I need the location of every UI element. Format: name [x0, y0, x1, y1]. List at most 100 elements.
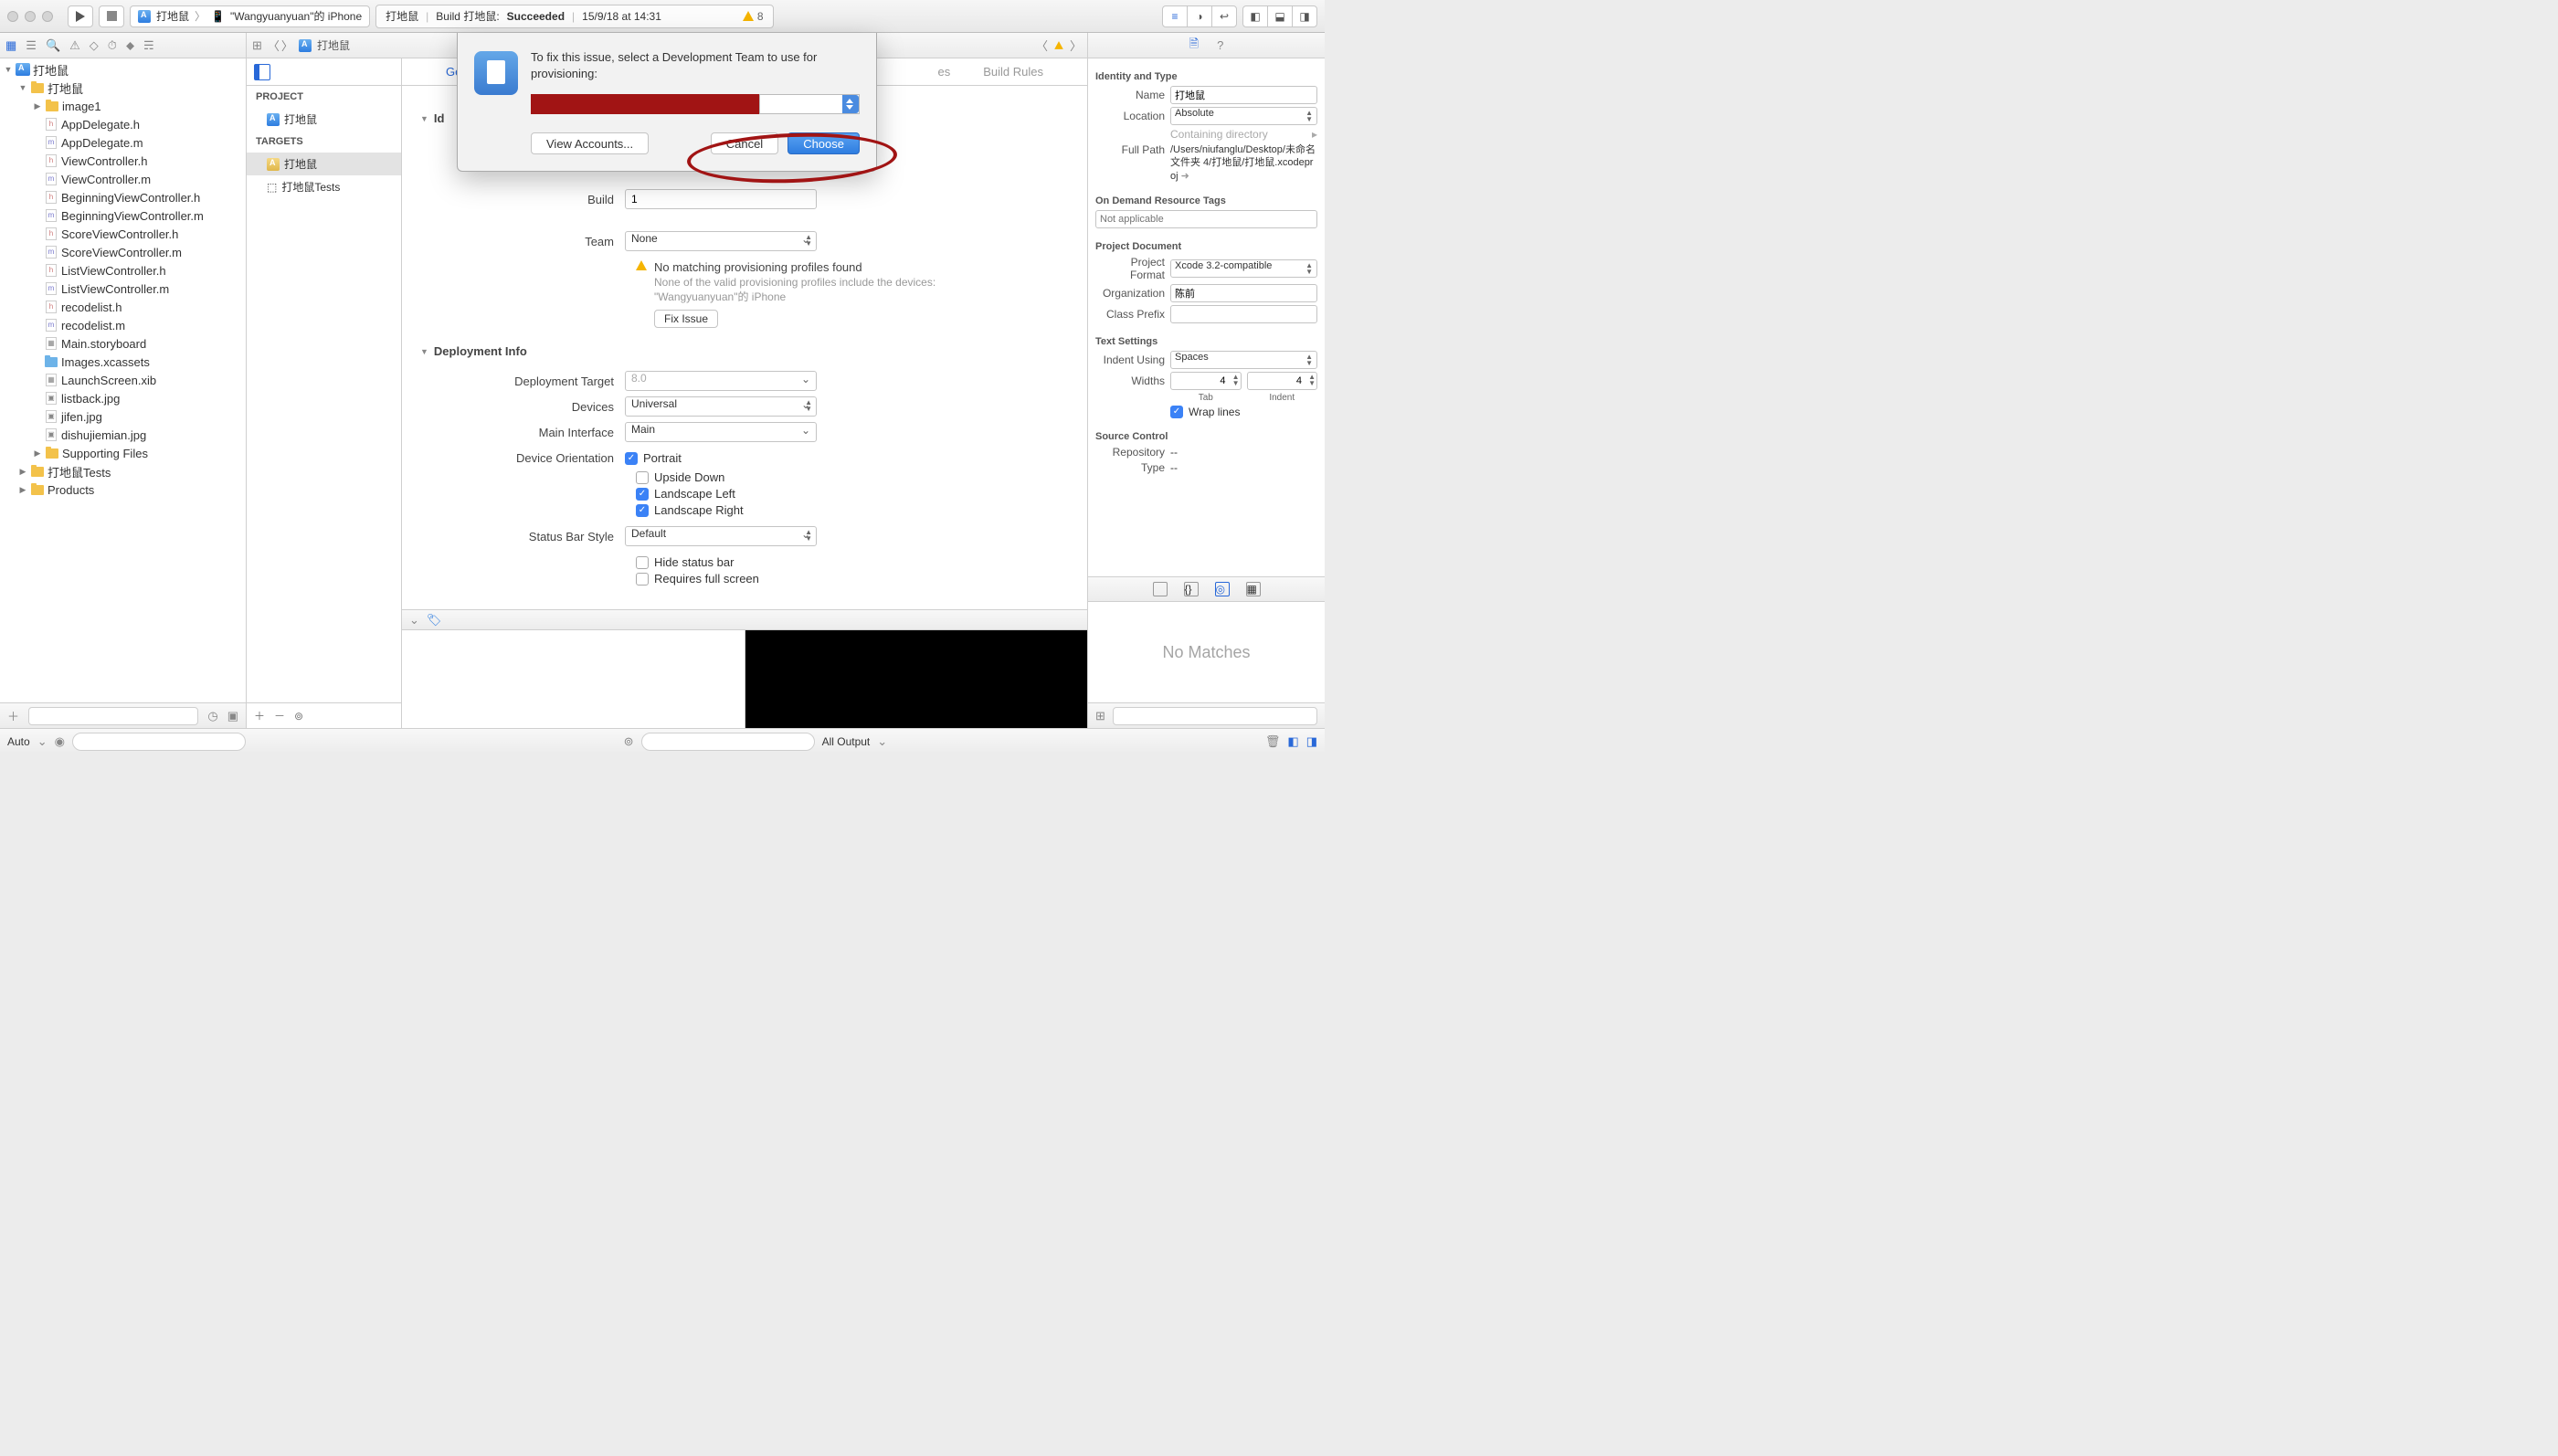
- jump-item[interactable]: 打地鼠: [317, 37, 350, 53]
- stop-button[interactable]: [99, 5, 124, 27]
- object-lib-icon[interactable]: ◎: [1215, 582, 1230, 596]
- tree-file[interactable]: dishujiemian.jpg: [61, 428, 146, 442]
- odr-tags-input[interactable]: [1095, 210, 1317, 228]
- zoom-window-icon[interactable]: [42, 11, 53, 22]
- upside-down-checkbox[interactable]: [636, 471, 649, 484]
- issue-navigator-icon[interactable]: ⚠: [69, 38, 80, 53]
- tree-file[interactable]: ViewController.h: [61, 154, 147, 168]
- show-console-icon[interactable]: ◨: [1306, 734, 1317, 749]
- tree-folder-support[interactable]: Supporting Files: [62, 447, 148, 460]
- tree-file[interactable]: AppDelegate.h: [61, 118, 140, 132]
- symbol-navigator-icon[interactable]: ☰: [26, 38, 37, 53]
- name-input[interactable]: [1170, 86, 1317, 104]
- scheme-selector[interactable]: 打地鼠 〉 📱 "Wangyuanyuan"的 iPhone: [130, 5, 370, 27]
- tab-build-rules[interactable]: Build Rules: [967, 65, 1060, 79]
- tree-file[interactable]: ListViewController.m: [61, 282, 169, 296]
- team-dropdown[interactable]: [759, 94, 860, 114]
- tree-file[interactable]: AppDelegate.m: [61, 136, 143, 150]
- tree-file[interactable]: recodelist.h: [61, 301, 122, 314]
- tree-file[interactable]: Images.xcassets: [61, 355, 150, 369]
- full-screen-checkbox[interactable]: [636, 573, 649, 586]
- add-target-icon[interactable]: ＋: [254, 708, 265, 723]
- add-icon[interactable]: ＋: [7, 707, 19, 724]
- tree-file[interactable]: jifen.jpg: [61, 410, 102, 424]
- console-filter-icon[interactable]: ⊚: [624, 734, 634, 749]
- remove-target-icon[interactable]: －: [274, 708, 285, 723]
- recent-filter-icon[interactable]: ◷: [207, 709, 217, 723]
- jump-next-icon[interactable]: 〉: [1070, 37, 1082, 54]
- tab-width-input[interactable]: [1170, 372, 1242, 390]
- warnings-badge[interactable]: 8: [743, 10, 764, 23]
- test-navigator-icon[interactable]: ◇: [90, 38, 99, 53]
- main-interface-select[interactable]: Main: [625, 422, 817, 442]
- build-input[interactable]: [625, 189, 817, 209]
- tree-root[interactable]: 打地鼠: [33, 61, 69, 79]
- related-items-icon[interactable]: ⊞: [252, 38, 262, 53]
- tree-file[interactable]: BeginningViewController.m: [61, 209, 204, 223]
- show-variables-icon[interactable]: ◧: [1287, 734, 1298, 749]
- toggle-debug-button[interactable]: ⬓: [1267, 5, 1293, 27]
- reveal-arrow-icon[interactable]: ➜: [1181, 171, 1189, 182]
- choose-button[interactable]: Choose: [787, 132, 860, 154]
- tree-file[interactable]: ScoreViewController.h: [61, 227, 178, 241]
- trash-icon[interactable]: 🗑: [1265, 734, 1281, 749]
- deployment-target-select[interactable]: 8.0: [625, 371, 817, 391]
- location-select[interactable]: Absolute▲▼: [1170, 107, 1317, 125]
- tree-group-products[interactable]: Products: [48, 483, 94, 497]
- library-view-mode-icon[interactable]: ⊞: [1095, 709, 1105, 723]
- tree-folder-image[interactable]: image1: [62, 100, 101, 113]
- hide-status-checkbox[interactable]: [636, 556, 649, 569]
- tree-file[interactable]: ViewController.m: [61, 173, 151, 186]
- tree-file[interactable]: listback.jpg: [61, 392, 120, 406]
- breakpoint-tag-icon[interactable]: 🏷: [427, 613, 442, 628]
- target-filter-icon[interactable]: ⊚: [294, 710, 303, 723]
- status-bar-style-select[interactable]: Default▲▼: [625, 526, 817, 546]
- portrait-checkbox[interactable]: ✓: [625, 452, 638, 465]
- version-editor-button[interactable]: ↩: [1211, 5, 1237, 27]
- tab-partial-es[interactable]: es: [922, 65, 967, 79]
- eye-icon[interactable]: ◉: [55, 734, 65, 749]
- debug-navigator-icon[interactable]: ⏱: [108, 38, 117, 53]
- standard-editor-button[interactable]: ≡: [1162, 5, 1188, 27]
- find-navigator-icon[interactable]: 🔍: [46, 38, 60, 53]
- assistant-editor-button[interactable]: ◑: [1187, 5, 1212, 27]
- debug-toggle-icon[interactable]: ⌄: [409, 613, 419, 628]
- back-icon[interactable]: 〈: [268, 37, 280, 54]
- fix-issue-button[interactable]: Fix Issue: [654, 310, 718, 328]
- project-item[interactable]: 打地鼠: [247, 108, 401, 131]
- target-tests-item[interactable]: ⬚打地鼠Tests: [247, 175, 401, 198]
- code-snippet-lib-icon[interactable]: {}: [1184, 582, 1199, 596]
- report-navigator-icon[interactable]: ☴: [143, 38, 154, 53]
- toggle-inspector-button[interactable]: ◨: [1292, 5, 1317, 27]
- breakpoint-navigator-icon[interactable]: ⬥: [126, 38, 134, 53]
- outline-toggle-icon[interactable]: [254, 64, 270, 80]
- class-prefix-input[interactable]: [1170, 305, 1317, 323]
- quick-help-icon[interactable]: ?: [1217, 38, 1223, 52]
- console-view[interactable]: [745, 630, 1088, 728]
- project-tree[interactable]: ▼打地鼠 ▼打地鼠 ▶image1 hAppDelegate.h mAppDel…: [0, 58, 246, 702]
- navigator-filter-field[interactable]: [28, 707, 198, 725]
- cancel-button[interactable]: Cancel: [711, 132, 778, 154]
- target-app-item[interactable]: 打地鼠: [247, 153, 401, 175]
- indent-width-input[interactable]: [1247, 372, 1318, 390]
- close-window-icon[interactable]: [7, 11, 18, 22]
- project-format-select[interactable]: Xcode 3.2-compatible▲▼: [1170, 259, 1317, 278]
- tree-file[interactable]: LaunchScreen.xib: [61, 374, 156, 387]
- indent-using-select[interactable]: Spaces▲▼: [1170, 351, 1317, 369]
- scm-filter-icon[interactable]: ▣: [227, 709, 238, 723]
- tree-file[interactable]: ListViewController.h: [61, 264, 166, 278]
- organization-input[interactable]: [1170, 284, 1317, 302]
- library-filter-field[interactable]: [1113, 707, 1317, 725]
- devices-select[interactable]: Universal▲▼: [625, 396, 817, 417]
- tree-file[interactable]: ScoreViewController.m: [61, 246, 182, 259]
- media-lib-icon[interactable]: ▦: [1246, 582, 1261, 596]
- file-template-lib-icon[interactable]: [1153, 582, 1168, 596]
- jump-prev-icon[interactable]: 〈: [1036, 37, 1048, 54]
- tree-file[interactable]: recodelist.m: [61, 319, 125, 332]
- minimize-window-icon[interactable]: [25, 11, 36, 22]
- team-select[interactable]: None▲▼: [625, 231, 817, 251]
- variables-view[interactable]: [402, 630, 745, 728]
- auto-scope-label[interactable]: Auto: [7, 735, 30, 748]
- toggle-navigator-button[interactable]: ◧: [1242, 5, 1268, 27]
- folder-picker-icon[interactable]: ▸: [1312, 128, 1317, 141]
